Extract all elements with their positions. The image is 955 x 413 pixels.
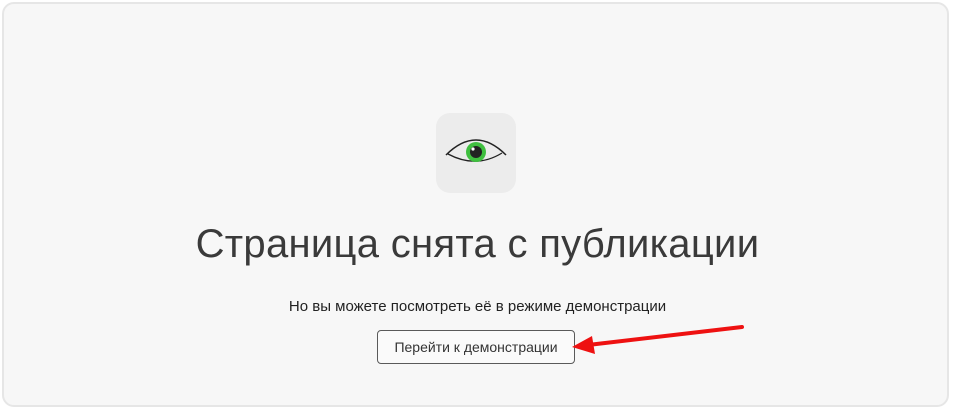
eye-icon (445, 139, 507, 162)
page-subtitle: Но вы можете посмотреть её в режиме демо… (288, 298, 667, 315)
red-arrow-icon (572, 325, 744, 354)
app-logo-tile (436, 113, 516, 193)
unpublished-page-card: Страница снята с публикации Но вы можете… (2, 2, 949, 407)
page-title: Страница снята с публикации (195, 222, 760, 266)
go-to-demo-button[interactable]: Перейти к демонстрации (377, 330, 575, 364)
